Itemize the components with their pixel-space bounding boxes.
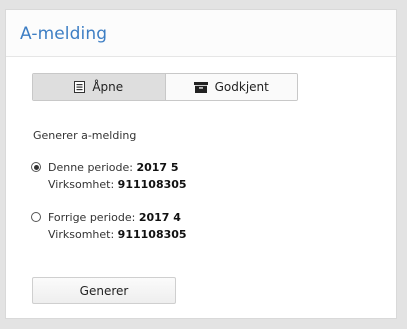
radio-previous-period[interactable] <box>31 212 41 222</box>
a-melding-panel: A-melding Åpne Godkjent Generer a-meldin… <box>5 9 397 319</box>
current-company-label: Virksomhet: <box>48 178 118 191</box>
current-company-value: 911108305 <box>117 178 187 191</box>
toggle-open-label: Åpne <box>92 80 124 94</box>
previous-company-label: Virksomhet: <box>48 228 118 241</box>
toggle-approved-button[interactable]: Godkjent <box>165 74 297 100</box>
toggle-open-button[interactable]: Åpne <box>33 74 166 100</box>
radio-current-period[interactable] <box>31 162 41 172</box>
previous-period-label: Forrige periode: <box>48 211 139 224</box>
panel-header: A-melding <box>6 10 396 57</box>
current-period-value: 2017 5 <box>136 161 179 174</box>
generate-button[interactable]: Generer <box>32 277 176 304</box>
document-icon <box>74 81 86 93</box>
archive-box-icon <box>193 81 208 93</box>
current-company-line: Virksomhet: 911108305 <box>48 178 187 191</box>
status-toggle-group: Åpne Godkjent <box>32 73 298 101</box>
panel-title: A-melding <box>20 24 108 44</box>
current-period-line: Denne periode: 2017 5 <box>48 161 179 174</box>
generate-section-label: Generer a-melding <box>33 129 137 142</box>
previous-period-line: Forrige periode: 2017 4 <box>48 211 181 224</box>
current-period-label: Denne periode: <box>48 161 137 174</box>
toggle-approved-label: Godkjent <box>214 80 269 94</box>
previous-company-line: Virksomhet: 911108305 <box>48 228 187 241</box>
previous-company-value: 911108305 <box>117 228 187 241</box>
previous-period-value: 2017 4 <box>138 211 181 224</box>
